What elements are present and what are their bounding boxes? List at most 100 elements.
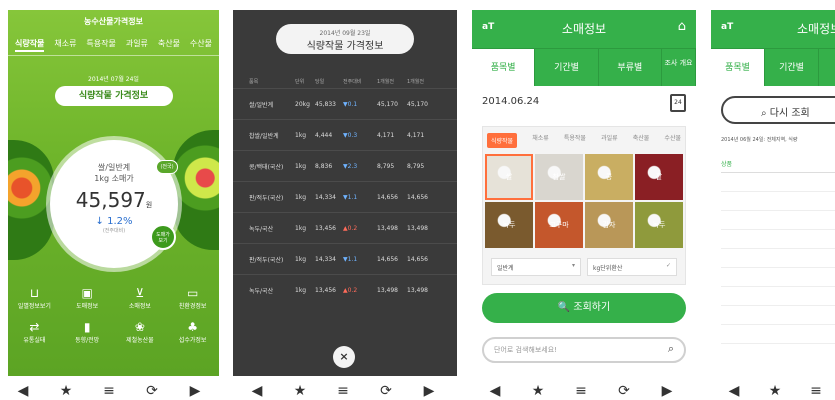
tab-by-item[interactable]: 품목별 [472, 49, 536, 86]
back-icon[interactable]: ◀ [14, 384, 32, 398]
screen-retail-result: aT 소매정보 품목별 기간별 ⌕ 다시 조회 2014년 06월 24일: 전… [711, 10, 835, 376]
grain-tile[interactable]: 감자 [585, 202, 633, 248]
cell-item: 녹두/국산 [249, 225, 274, 233]
back-icon[interactable]: ◀ [725, 384, 743, 398]
tab-fruit[interactable]: 과일류 [126, 38, 148, 52]
cell-m2: 14,656 [407, 255, 428, 263]
star-icon[interactable]: ★ [291, 384, 309, 398]
cell-today: 4,444 [315, 131, 333, 139]
menu-distribution[interactable]: ⇄ 유통실태 [8, 320, 61, 344]
menu-icon[interactable]: ≡ [807, 384, 825, 398]
tab-by-period[interactable]: 기간별 [765, 49, 819, 86]
tab-by-item[interactable]: 품목별 [711, 49, 765, 86]
cat-vegetable[interactable]: 채소류 [532, 133, 549, 148]
menu-icon[interactable]: ≡ [100, 384, 118, 398]
nav-bar-1: ◀ ★ ≡ ⟳ ▶ [14, 384, 204, 398]
cell-unit: 1kg [295, 255, 307, 263]
search-button[interactable]: 🔍 조회하기 [482, 293, 686, 323]
tab-grain[interactable]: 식량작물 [14, 38, 45, 52]
cat-fruit[interactable]: 과일류 [601, 133, 618, 148]
vegetables-image-right [173, 130, 219, 250]
search-input[interactable]: 단어로 검색해보세요! ⌕ [482, 337, 686, 363]
menu-daily[interactable]: ⊔ 일별정보보기 [8, 286, 61, 310]
vegetables-image-left [8, 140, 54, 260]
forward-icon[interactable]: ▶ [658, 384, 676, 398]
star-icon[interactable]: ★ [57, 384, 75, 398]
cell-today: 13,456 [315, 286, 336, 294]
region-tag: (전국) [156, 160, 178, 174]
cell-m2: 13,498 [407, 224, 428, 232]
refresh-icon[interactable]: ⟳ [615, 384, 633, 398]
produce-icon: ❀ [134, 320, 145, 334]
research-button[interactable]: ⌕ 다시 조회 [721, 96, 835, 124]
cell-m2: 8,795 [407, 162, 425, 170]
forward-icon[interactable]: ▶ [186, 384, 204, 398]
menu-trend[interactable]: ▮ 동향/전망 [61, 320, 114, 344]
close-button[interactable]: × [333, 346, 355, 368]
cell-today: 45,833 [315, 100, 336, 108]
cell-m1: 13,498 [377, 286, 398, 294]
table-row: 판/적두(국산) 1kg 14,334 ▼1.1 14,656 14,656 [233, 243, 457, 274]
table-row: 콩/백태(국산) 1kg 8,836 ▼2.3 8,795 8,795 [233, 150, 457, 181]
tab-livestock[interactable]: 축산물 [158, 38, 180, 52]
grain-tile[interactable]: 녹두 [485, 202, 533, 248]
calendar-icon[interactable]: 24 [670, 94, 686, 112]
menu-retail[interactable]: ⊻ 소매정보 [114, 286, 167, 310]
table-title: 식량작물 가격정보 [306, 41, 384, 52]
wholesale-button[interactable]: 도매가 보기 [150, 224, 176, 250]
cell-unit: 1kg [295, 193, 307, 201]
unit-toggle[interactable]: kg단위환산 ✓ [587, 258, 677, 276]
tab-seafood[interactable]: 수산물 [190, 38, 212, 52]
table-row: 판/적두(국산) 1kg 14,334 ▼1.1 14,656 14,656 [233, 181, 457, 212]
cell-item: 찹쌀/일반계 [249, 132, 279, 140]
cat-seafood[interactable]: 수산물 [664, 133, 681, 148]
section-title: 식량작물 가격정보 [54, 86, 173, 106]
table-row [721, 192, 835, 211]
table-header-pill: 2014년 09월 23일 식량작물 가격정보 [276, 24, 414, 54]
menu-wholesale[interactable]: ▣ 도매정보 [61, 286, 114, 310]
tab-vegetable[interactable]: 채소류 [54, 38, 76, 52]
star-icon[interactable]: ★ [529, 384, 547, 398]
cat-livestock[interactable]: 축산물 [633, 133, 650, 148]
grain-tile[interactable]: 팥 [635, 154, 683, 200]
screen-retail: aT 소매정보 ⌂ 품목별 기간별 부류별 조사 개요 2014.06.24 2… [472, 10, 696, 376]
menu-eco[interactable]: ▭ 친환경정보 [166, 286, 219, 310]
menu-seasonal[interactable]: ❀ 제철농산물 [114, 320, 167, 344]
back-icon[interactable]: ◀ [486, 384, 504, 398]
cell-item: 판/적두(국산) [249, 194, 284, 202]
back-icon[interactable]: ◀ [248, 384, 266, 398]
cell-m1: 4,171 [377, 131, 395, 139]
refresh-icon[interactable]: ⟳ [377, 384, 395, 398]
refresh-icon[interactable]: ⟳ [143, 384, 161, 398]
menu-icon[interactable]: ≡ [572, 384, 590, 398]
tab-special-crop[interactable]: 특용작물 [86, 38, 115, 52]
variety-select[interactable]: 일반계 ▾ [491, 258, 581, 276]
grain-tile[interactable]: 찹쌀 [535, 154, 583, 200]
cat-special[interactable]: 특용작물 [564, 133, 586, 148]
search-icon[interactable]: ⌕ [668, 342, 674, 356]
tab-survey-overview[interactable]: 조사 개요 [662, 49, 696, 86]
grain-tile[interactable]: 고구마 [535, 202, 583, 248]
cell-item: 판/적두(국산) [249, 256, 284, 264]
cell-change: ▼1.1 [343, 193, 358, 201]
cell-today: 14,334 [315, 193, 336, 201]
grain-tile[interactable]: 녹두 [635, 202, 683, 248]
truck-icon: ▣ [81, 286, 93, 300]
menu-info[interactable]: ♣ 섭수가정보 [166, 320, 219, 344]
grain-tile[interactable]: 콩 [585, 154, 633, 200]
table-row [721, 249, 835, 268]
cell-m2: 13,498 [407, 286, 428, 294]
menu-icon[interactable]: ≡ [334, 384, 352, 398]
grain-tile[interactable]: 쌀 [485, 154, 533, 200]
selected-date: 2014.06.24 [482, 96, 540, 107]
forward-icon[interactable]: ▶ [420, 384, 438, 398]
table-row: 녹두/국산 1kg 13,456 ▲0.2 13,498 13,498 [233, 212, 457, 243]
tab-by-class[interactable]: 부류별 [599, 49, 662, 86]
star-icon[interactable]: ★ [766, 384, 784, 398]
tab-by-period[interactable]: 기간별 [535, 49, 599, 86]
table-date: 2014년 09월 23일 [319, 30, 371, 37]
home-icon[interactable]: ⌂ [678, 19, 686, 34]
cat-grain[interactable]: 식량작물 [487, 133, 518, 148]
header-bar: aT 소매정보 [711, 10, 835, 48]
cell-m2: 14,656 [407, 193, 428, 201]
